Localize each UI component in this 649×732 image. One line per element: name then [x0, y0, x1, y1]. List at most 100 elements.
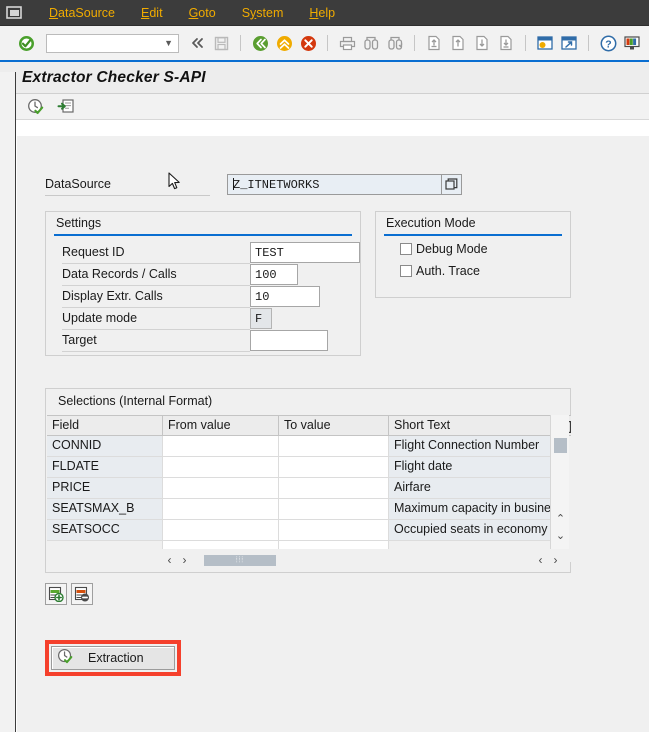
left-rail: [0, 72, 16, 732]
menu-bar: DataSource Edit Goto System Help: [0, 0, 649, 26]
cell-field[interactable]: PRICE: [47, 478, 163, 499]
svg-text:?: ?: [605, 38, 611, 50]
sap-window-icon: [6, 5, 24, 20]
page-title: Extractor Checker S-API: [22, 68, 206, 86]
cell-to-value[interactable]: [279, 436, 389, 457]
chevron-up-icon[interactable]: ⌃: [551, 514, 570, 525]
chevron-left-icon-right[interactable]: ‹: [533, 554, 548, 566]
table-row[interactable]: SEATSOCC Occupied seats in economy c: [47, 520, 571, 541]
execution-mode-group-title: Execution Mode: [386, 216, 476, 230]
enter-button[interactable]: [14, 31, 38, 55]
menu-item-system[interactable]: System: [229, 0, 297, 26]
screen-title-bar: Extractor Checker S-API: [0, 62, 649, 94]
checkbox-debug-mode[interactable]: Debug Mode: [400, 242, 488, 256]
toolbar-separator: [240, 35, 241, 51]
create-shortcut-button[interactable]: [557, 31, 581, 55]
chevron-right-icon-right[interactable]: ›: [548, 554, 563, 566]
field-underline: [62, 307, 250, 308]
datasource-row: DataSource Z_ITNETWORKS: [45, 174, 465, 196]
table-row[interactable]: PRICE Airfare: [47, 478, 571, 499]
display-extr-calls-input[interactable]: 10: [250, 286, 320, 307]
cell-short-text: Maximum capacity in business: [389, 499, 552, 520]
cell-from-value[interactable]: [163, 499, 279, 520]
cell-from-value[interactable]: [163, 436, 279, 457]
previous-page-button[interactable]: [446, 31, 470, 55]
cell-field[interactable]: SEATSMAX_B: [47, 499, 163, 520]
insert-row-button[interactable]: [45, 583, 67, 605]
cell-to-value[interactable]: [279, 457, 389, 478]
display-extr-calls-value: 10: [255, 290, 270, 304]
command-history-button[interactable]: [185, 31, 209, 55]
cell-field[interactable]: SEATSOCC: [47, 520, 163, 541]
cell-to-value[interactable]: [279, 520, 389, 541]
checkbox-auth-trace[interactable]: Auth. Trace: [400, 264, 480, 278]
update-mode-input[interactable]: F: [250, 308, 272, 329]
help-button[interactable]: ?: [596, 31, 620, 55]
print-button[interactable]: [335, 31, 359, 55]
column-header-field[interactable]: Field: [47, 416, 163, 435]
table-vertical-scrollbar[interactable]: ⌃ ⌄: [550, 415, 569, 549]
menu-item-datasource[interactable]: DataSource: [36, 0, 128, 26]
save-button[interactable]: [209, 31, 233, 55]
cell-short-text: Occupied seats in economy c: [389, 520, 552, 541]
last-page-button[interactable]: [494, 31, 518, 55]
horizontal-scrollbar-thumb[interactable]: ⦙⦙⦙: [204, 554, 276, 566]
extraction-button-label: Extraction: [88, 651, 144, 665]
first-page-button[interactable]: [422, 31, 446, 55]
field-underline: [62, 329, 250, 330]
find-button[interactable]: [359, 31, 383, 55]
toolbar-separator: [588, 35, 589, 51]
next-page-button[interactable]: [470, 31, 494, 55]
request-id-input[interactable]: TEST: [250, 242, 360, 263]
execute-button[interactable]: [24, 95, 48, 119]
execution-mode-group-rule: [384, 234, 562, 236]
back-button[interactable]: [248, 31, 272, 55]
checkbox-box[interactable]: [400, 243, 412, 255]
column-header-to-value[interactable]: To value: [279, 416, 389, 435]
checkbox-box[interactable]: [400, 265, 412, 277]
chevron-left-icon[interactable]: ‹: [162, 554, 177, 566]
table-header-row: Field From value To value Short Text: [47, 415, 571, 436]
toolbar-separator: [414, 35, 415, 51]
cell-from-value[interactable]: [163, 520, 279, 541]
exit-button[interactable]: [272, 31, 296, 55]
table-row[interactable]: CONNID Flight Connection Number: [47, 436, 571, 457]
chevron-right-icon[interactable]: ›: [177, 554, 192, 566]
display-extr-calls-label: Display Extr. Calls: [62, 289, 163, 303]
menu-item-goto[interactable]: Goto: [176, 0, 229, 26]
cell-to-value[interactable]: [279, 499, 389, 520]
table-row[interactable]: SEATSMAX_B Maximum capacity in business: [47, 499, 571, 520]
export-button[interactable]: [54, 95, 78, 119]
table-row[interactable]: FLDATE Flight date: [47, 457, 571, 478]
delete-row-button[interactable]: [71, 583, 93, 605]
menu-item-edit[interactable]: Edit: [128, 0, 176, 26]
cell-short-text: Flight Connection Number: [389, 436, 552, 457]
settings-group-title: Settings: [56, 216, 102, 230]
data-records-calls-label: Data Records / Calls: [62, 267, 177, 281]
extraction-button[interactable]: Extraction: [51, 646, 175, 670]
target-input[interactable]: [250, 330, 328, 351]
selections-table: Field From value To value Short Text CON…: [47, 415, 571, 562]
cell-to-value[interactable]: [279, 478, 389, 499]
command-field[interactable]: ▼: [46, 33, 179, 53]
cell-field[interactable]: CONNID: [47, 436, 163, 457]
datasource-input[interactable]: Z_ITNETWORKS: [227, 174, 447, 195]
column-header-short-text[interactable]: Short Text: [389, 416, 552, 435]
value-help-icon[interactable]: [441, 174, 462, 195]
settings-group-rule: [54, 234, 352, 236]
cell-from-value[interactable]: [163, 457, 279, 478]
cell-from-value[interactable]: [163, 478, 279, 499]
menu-item-help[interactable]: Help: [296, 0, 348, 26]
update-mode-value: F: [255, 312, 263, 326]
data-records-calls-input[interactable]: 100: [250, 264, 298, 285]
cancel-button[interactable]: [296, 31, 320, 55]
find-next-button[interactable]: [383, 31, 407, 55]
cell-field[interactable]: FLDATE: [47, 457, 163, 478]
application-toolbar: [0, 94, 649, 120]
scrollbar-thumb[interactable]: [554, 438, 567, 453]
customize-layout-button[interactable]: [620, 31, 644, 55]
debug-mode-label: Debug Mode: [416, 242, 488, 256]
create-session-button[interactable]: [533, 31, 557, 55]
column-header-from-value[interactable]: From value: [163, 416, 279, 435]
chevron-down-icon[interactable]: ⌄: [551, 531, 570, 542]
